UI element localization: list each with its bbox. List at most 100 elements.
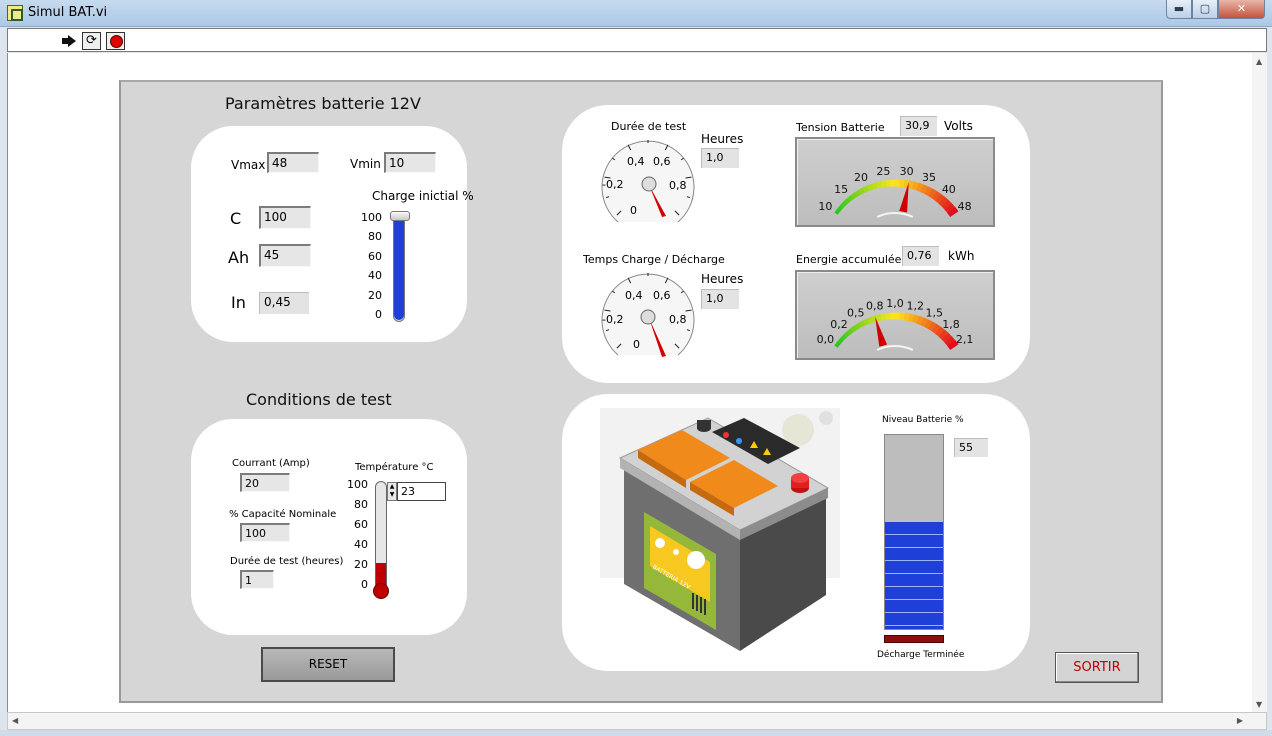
- niveau-fill: [885, 522, 943, 629]
- energie-band-seg: [834, 341, 841, 348]
- reset-button[interactable]: RESET: [261, 647, 395, 682]
- energie-tick-label: 0,5: [847, 307, 865, 320]
- tension-band-seg: [866, 183, 874, 191]
- temperature-scale-tick-40: 40: [354, 538, 368, 551]
- temperature-spinner-icon[interactable]: ▲ ▼: [387, 482, 397, 501]
- energie-band-seg: [846, 327, 854, 335]
- maximize-button[interactable]: ▢: [1192, 0, 1218, 19]
- tension-tick-label: 40: [942, 183, 956, 196]
- positive-terminal-top: [791, 473, 809, 483]
- energie-tick-label: 1,0: [886, 297, 904, 310]
- energie-base-arc: [876, 345, 914, 351]
- scroll-down-icon[interactable]: ▼: [1256, 700, 1262, 709]
- energie-band-seg: [837, 337, 844, 345]
- window-title: Simul BAT.vi: [28, 5, 108, 20]
- vmax-label: Vmax: [231, 158, 266, 172]
- temps-tick-4: 0,8: [669, 313, 687, 326]
- scroll-up-icon[interactable]: ▲: [1256, 57, 1262, 66]
- params-title: Paramètres batterie 12V: [225, 94, 421, 113]
- labview-window: Simul BAT.vi ▬ ▢ ✕ ⟳ ▲ ▼ ◀ ▶ Paramètres ba…: [0, 0, 1272, 736]
- c-label: C: [230, 209, 242, 228]
- energie-band-seg: [871, 315, 879, 323]
- sortir-button[interactable]: SORTIR: [1055, 652, 1139, 683]
- tension-band-seg: [938, 196, 949, 208]
- scroll-left-icon[interactable]: ◀: [12, 716, 18, 725]
- decharge-led: [884, 635, 944, 643]
- tension-tick-label: 10: [818, 200, 832, 213]
- temps-tick-3: 0,6: [653, 289, 671, 302]
- energie-band-seg: [916, 315, 925, 326]
- conditions-box: [191, 419, 467, 635]
- vertical-scrollbar[interactable]: ▲ ▼: [1252, 53, 1267, 712]
- tension-title: Tension Batterie: [796, 121, 885, 134]
- tension-indicator: 30,9: [900, 116, 937, 136]
- title-bar: Simul BAT.vi ▬ ▢ ✕: [0, 0, 1272, 27]
- scroll-right-icon[interactable]: ▶: [1237, 716, 1243, 725]
- temperature-input[interactable]: 23: [397, 482, 446, 501]
- charge-slider-thumb[interactable]: [390, 211, 410, 221]
- energie-tick-label: 2,1: [956, 333, 974, 346]
- close-button[interactable]: ✕: [1218, 0, 1265, 19]
- abort-stop-icon[interactable]: [106, 32, 125, 50]
- warning-icon-2: [736, 438, 742, 444]
- energie-band-seg: [938, 329, 949, 341]
- temps-gauge-title: Temps Charge / Décharge: [583, 253, 725, 266]
- tension-band-seg: [916, 182, 925, 193]
- ah-label: Ah: [228, 248, 250, 267]
- car-battery-illustration: BATTERIA 12V: [600, 408, 840, 651]
- tension-band-seg: [912, 181, 920, 191]
- tension-band-seg: [846, 194, 854, 202]
- tension-band-seg: [924, 186, 933, 197]
- energie-band-seg: [944, 336, 956, 347]
- temperature-scale-tick-20: 20: [354, 558, 368, 571]
- vmin-label: Vmin: [350, 157, 381, 171]
- courant-input[interactable]: 20: [240, 473, 290, 492]
- duree-test-input[interactable]: 1: [240, 570, 274, 589]
- tension-band-seg: [947, 206, 959, 218]
- charge-label: Charge inictial %: [372, 189, 474, 203]
- tension-tick-label: 15: [834, 183, 848, 196]
- temperature-label: Température °C: [355, 462, 434, 473]
- brand-swirl-icon: [687, 551, 705, 569]
- minimize-button[interactable]: ▬: [1166, 0, 1192, 19]
- temps-pivot: [640, 309, 656, 325]
- energie-band-seg: [840, 334, 847, 342]
- brand-dot-2: [673, 549, 679, 555]
- vmin-input[interactable]: 10: [384, 152, 436, 173]
- tension-band-seg: [862, 185, 870, 193]
- energie-band-seg: [920, 317, 929, 328]
- energie-unit: kWh: [948, 249, 975, 263]
- energie-title: Energie accumulée: [796, 253, 902, 266]
- duree-test-label: Durée de test (heures): [230, 556, 344, 567]
- ah-input[interactable]: 45: [259, 244, 311, 267]
- charge-scale-tick-0: 0: [375, 308, 382, 321]
- tension-band-seg: [899, 179, 906, 188]
- c-input[interactable]: 100: [259, 206, 311, 229]
- energie-band-seg: [850, 325, 858, 333]
- energie-band-seg: [931, 323, 942, 335]
- energie-band-seg: [862, 318, 870, 326]
- in-indicator: 0,45: [259, 292, 309, 314]
- thermometer-bulb: [373, 583, 389, 599]
- decharge-label: Décharge Terminée: [877, 650, 965, 660]
- temps-unit-label: Heures: [701, 272, 744, 286]
- capacite-input[interactable]: 100: [240, 523, 290, 542]
- energie-band-seg: [941, 332, 953, 344]
- temps-tick-2: 0,4: [625, 289, 643, 302]
- energie-tick-label: 0,8: [866, 299, 884, 312]
- energie-band-seg: [875, 314, 883, 322]
- run-arrow-icon[interactable]: [60, 32, 79, 50]
- energie-tick-label: 0,2: [830, 318, 848, 331]
- energie-band-seg: [843, 330, 851, 338]
- tension-band-seg: [834, 208, 841, 215]
- energie-band-seg: [947, 339, 959, 351]
- charge-scale-tick-60: 60: [368, 249, 382, 263]
- energie-band-seg: [903, 312, 911, 322]
- energie-tick-label: 1,5: [925, 307, 943, 320]
- temps-dial-gauge: 0 -0,2 0,4 0,6 0,8: [601, 273, 695, 357]
- tension-band-seg: [935, 193, 946, 205]
- battery-bg-dot: [819, 411, 833, 425]
- run-continuously-icon[interactable]: ⟳: [82, 32, 101, 50]
- horizontal-scrollbar[interactable]: ◀ ▶: [7, 712, 1267, 730]
- vmax-input[interactable]: 48: [267, 152, 319, 173]
